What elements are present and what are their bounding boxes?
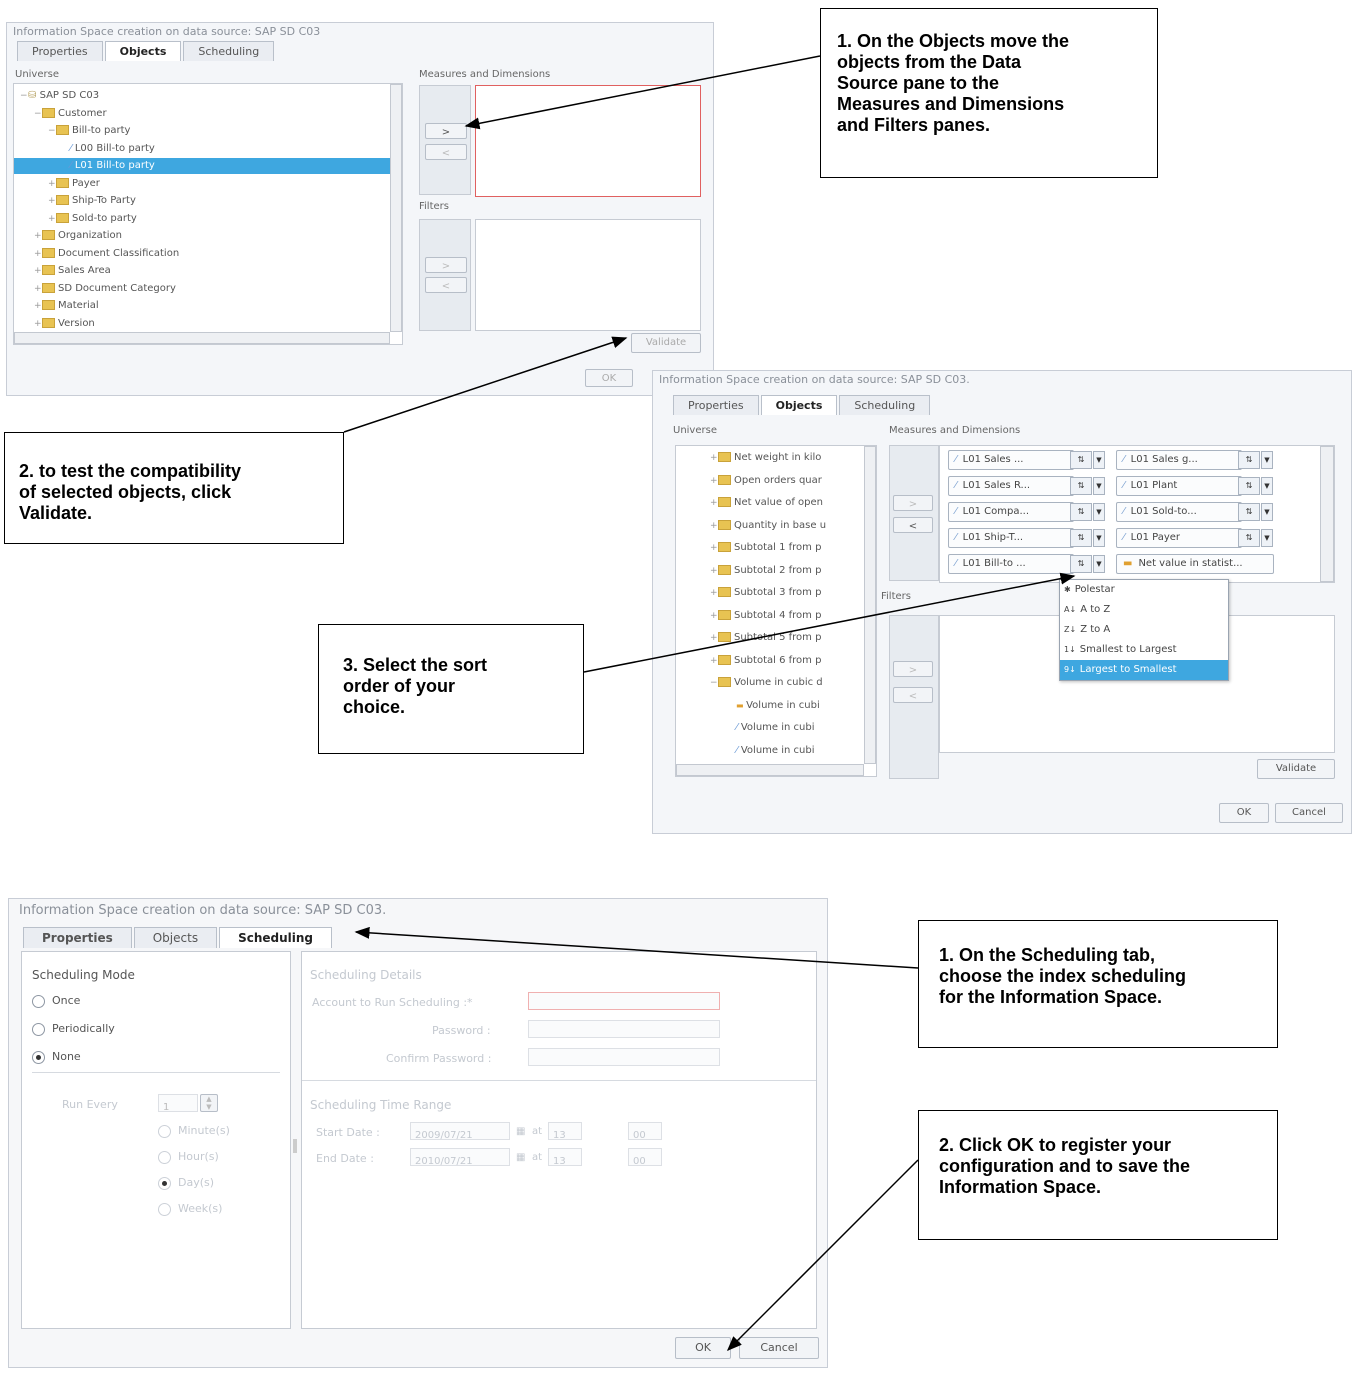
arrow-5 [726,1159,919,1352]
annotation-arrows [343,55,1076,1352]
arrow-3 [583,572,1076,673]
arrow-2 [343,336,628,433]
arrow-4 [354,926,919,969]
arrow-1 [464,55,821,130]
